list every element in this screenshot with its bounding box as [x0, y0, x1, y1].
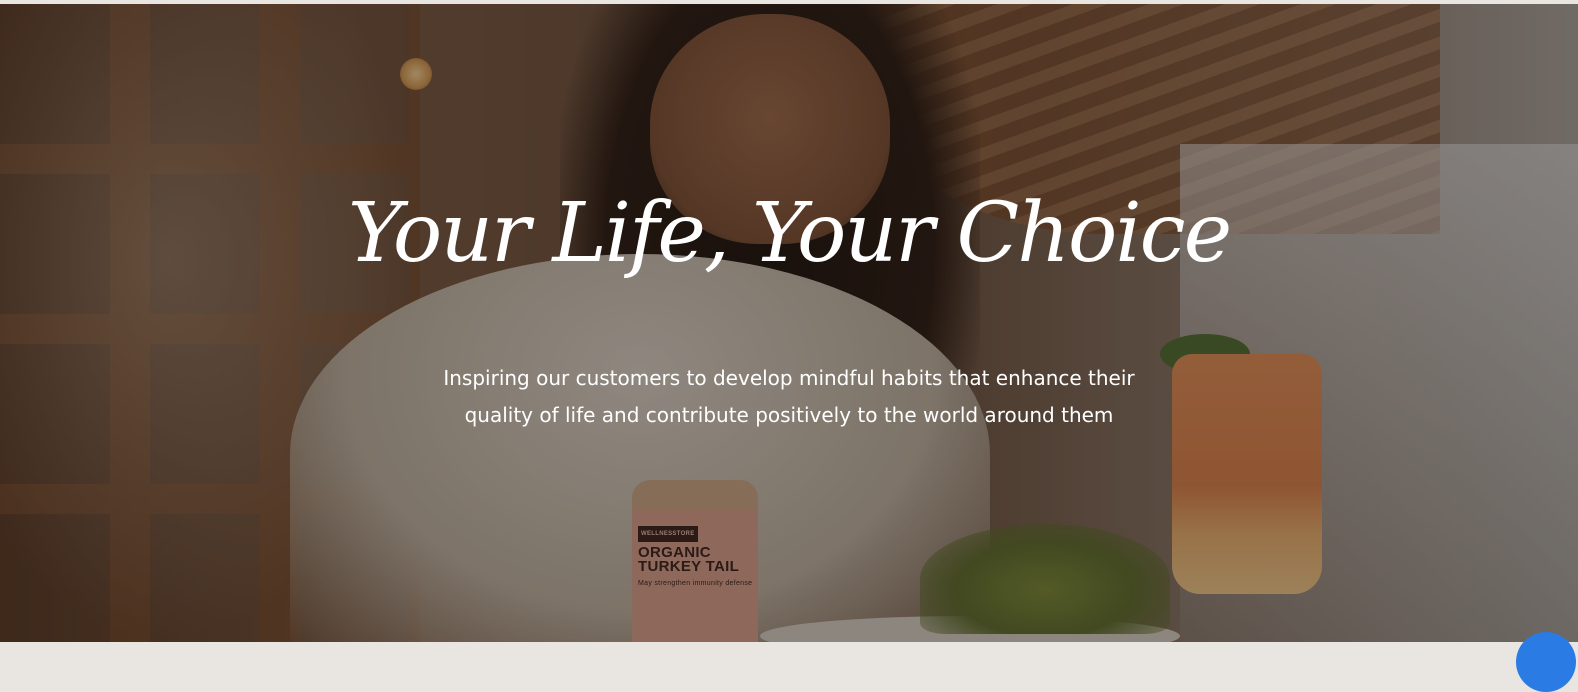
hero-subtext-line-1: Inspiring our customers to develop mindf…: [443, 366, 1135, 390]
hero-subtext: Inspiring our customers to develop mindf…: [350, 360, 1228, 434]
hero-subtext-line-2: quality of life and contribute positivel…: [464, 403, 1114, 427]
hero-banner: WELLNESSTORE ORGANIC TURKEY TAIL May str…: [0, 4, 1578, 642]
chat-button[interactable]: [1516, 632, 1576, 692]
hero-headline: Your Life, Your Choice: [347, 186, 1232, 281]
hero-overlay: [0, 4, 1578, 642]
